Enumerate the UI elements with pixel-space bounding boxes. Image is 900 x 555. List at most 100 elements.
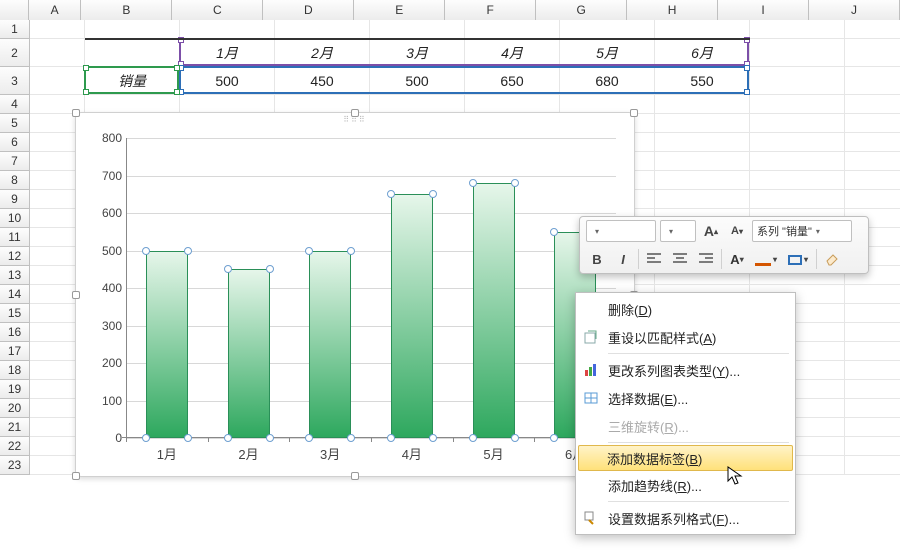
- shape-fill-button[interactable]: ▾: [752, 248, 780, 270]
- cell[interactable]: [85, 39, 180, 67]
- cell[interactable]: [750, 20, 845, 39]
- row-header[interactable]: 21: [0, 418, 30, 437]
- cell[interactable]: [85, 20, 180, 39]
- row-header[interactable]: 17: [0, 342, 30, 361]
- cell[interactable]: [845, 133, 900, 152]
- row-header[interactable]: 3: [0, 67, 30, 95]
- chart-resize-handle[interactable]: [72, 472, 80, 480]
- cell[interactable]: [655, 133, 750, 152]
- font-size-combo[interactable]: ▾: [660, 220, 696, 242]
- cell[interactable]: 6月: [655, 39, 750, 67]
- cell[interactable]: [845, 323, 900, 342]
- row-header[interactable]: 18: [0, 361, 30, 380]
- row-header[interactable]: 10: [0, 209, 30, 228]
- menu-item-add-labels[interactable]: 添加数据标签(B): [578, 445, 793, 471]
- font-family-combo[interactable]: ▾: [586, 220, 656, 242]
- cell[interactable]: [750, 114, 845, 133]
- chart-bar[interactable]: [228, 269, 270, 438]
- row-header[interactable]: 5: [0, 114, 30, 133]
- cell[interactable]: [750, 171, 845, 190]
- cell[interactable]: [845, 114, 900, 133]
- menu-item-select-data[interactable]: 选择数据(E)...: [578, 384, 793, 412]
- column-header[interactable]: A: [29, 0, 82, 20]
- cell[interactable]: [750, 133, 845, 152]
- row-header[interactable]: 15: [0, 304, 30, 323]
- column-header[interactable]: I: [718, 0, 809, 20]
- chart-plot-area[interactable]: 01002003004005006007008001月2月3月4月5月6月: [126, 138, 616, 438]
- align-center-button[interactable]: [669, 248, 691, 270]
- cell[interactable]: [845, 190, 900, 209]
- cell[interactable]: 500: [370, 67, 465, 95]
- select-all-corner[interactable]: [0, 0, 29, 20]
- row-header[interactable]: 14: [0, 285, 30, 304]
- cell[interactable]: 3月: [370, 39, 465, 67]
- cell[interactable]: [655, 190, 750, 209]
- shrink-font-button[interactable]: A▾: [726, 220, 748, 242]
- align-right-button[interactable]: [695, 248, 717, 270]
- cell[interactable]: [655, 152, 750, 171]
- row-header[interactable]: 19: [0, 380, 30, 399]
- menu-item-reset[interactable]: 重设以匹配样式(A): [578, 323, 793, 351]
- cell[interactable]: [845, 304, 900, 323]
- cell[interactable]: [465, 20, 560, 39]
- column-header[interactable]: C: [172, 0, 263, 20]
- row-header[interactable]: 23: [0, 456, 30, 475]
- cell[interactable]: [750, 95, 845, 114]
- cell[interactable]: [750, 67, 845, 95]
- cell[interactable]: 4月: [465, 39, 560, 67]
- cell[interactable]: [845, 171, 900, 190]
- cell[interactable]: [845, 399, 900, 418]
- bold-button[interactable]: B: [586, 248, 608, 270]
- chart-resize-handle[interactable]: [630, 109, 638, 117]
- series-name-combo[interactable]: 系列 "销量"▾: [752, 220, 852, 242]
- row-header[interactable]: 4: [0, 95, 30, 114]
- cell[interactable]: 500: [180, 67, 275, 95]
- menu-item-delete[interactable]: 删除(D): [578, 295, 793, 323]
- grow-font-button[interactable]: A▴: [700, 220, 722, 242]
- row-header[interactable]: 22: [0, 437, 30, 456]
- cell[interactable]: [655, 95, 750, 114]
- cell[interactable]: [370, 20, 465, 39]
- cell[interactable]: [750, 190, 845, 209]
- cell[interactable]: 1月: [180, 39, 275, 67]
- cell[interactable]: [845, 39, 900, 67]
- row-header[interactable]: 11: [0, 228, 30, 247]
- menu-item-add-trend[interactable]: 添加趋势线(R)...: [578, 471, 793, 499]
- cell[interactable]: [180, 20, 275, 39]
- cell[interactable]: [845, 67, 900, 95]
- cell[interactable]: [30, 20, 85, 39]
- chart-resize-handle[interactable]: [351, 109, 359, 117]
- column-header[interactable]: H: [627, 0, 718, 20]
- row-header[interactable]: 1: [0, 20, 30, 39]
- chart-resize-handle[interactable]: [72, 291, 80, 299]
- column-header[interactable]: J: [809, 0, 900, 20]
- row-header[interactable]: 12: [0, 247, 30, 266]
- cell[interactable]: [655, 114, 750, 133]
- cell[interactable]: [845, 361, 900, 380]
- column-header[interactable]: D: [263, 0, 354, 20]
- cell[interactable]: [750, 39, 845, 67]
- cell[interactable]: [30, 67, 85, 95]
- cell[interactable]: [845, 456, 900, 475]
- column-header[interactable]: G: [536, 0, 627, 20]
- row-header[interactable]: 6: [0, 133, 30, 152]
- row-header[interactable]: 20: [0, 399, 30, 418]
- column-header[interactable]: B: [81, 0, 172, 20]
- cell[interactable]: [845, 152, 900, 171]
- column-header[interactable]: F: [445, 0, 536, 20]
- chart-resize-handle[interactable]: [351, 472, 359, 480]
- italic-button[interactable]: I: [612, 248, 634, 270]
- cell[interactable]: 5月: [560, 39, 655, 67]
- cell[interactable]: 450: [275, 67, 370, 95]
- menu-item-change-type[interactable]: 更改系列图表类型(Y)...: [578, 356, 793, 384]
- row-header[interactable]: 16: [0, 323, 30, 342]
- chart-object[interactable]: ⠿⠿⠿ 01002003004005006007008001月2月3月4月5月6…: [75, 112, 635, 477]
- cell[interactable]: [845, 285, 900, 304]
- row-header[interactable]: 2: [0, 39, 30, 67]
- cell[interactable]: [845, 380, 900, 399]
- chart-bar[interactable]: [146, 251, 188, 439]
- cell[interactable]: 2月: [275, 39, 370, 67]
- cell[interactable]: [845, 342, 900, 361]
- row-header[interactable]: 13: [0, 266, 30, 285]
- cell[interactable]: [845, 418, 900, 437]
